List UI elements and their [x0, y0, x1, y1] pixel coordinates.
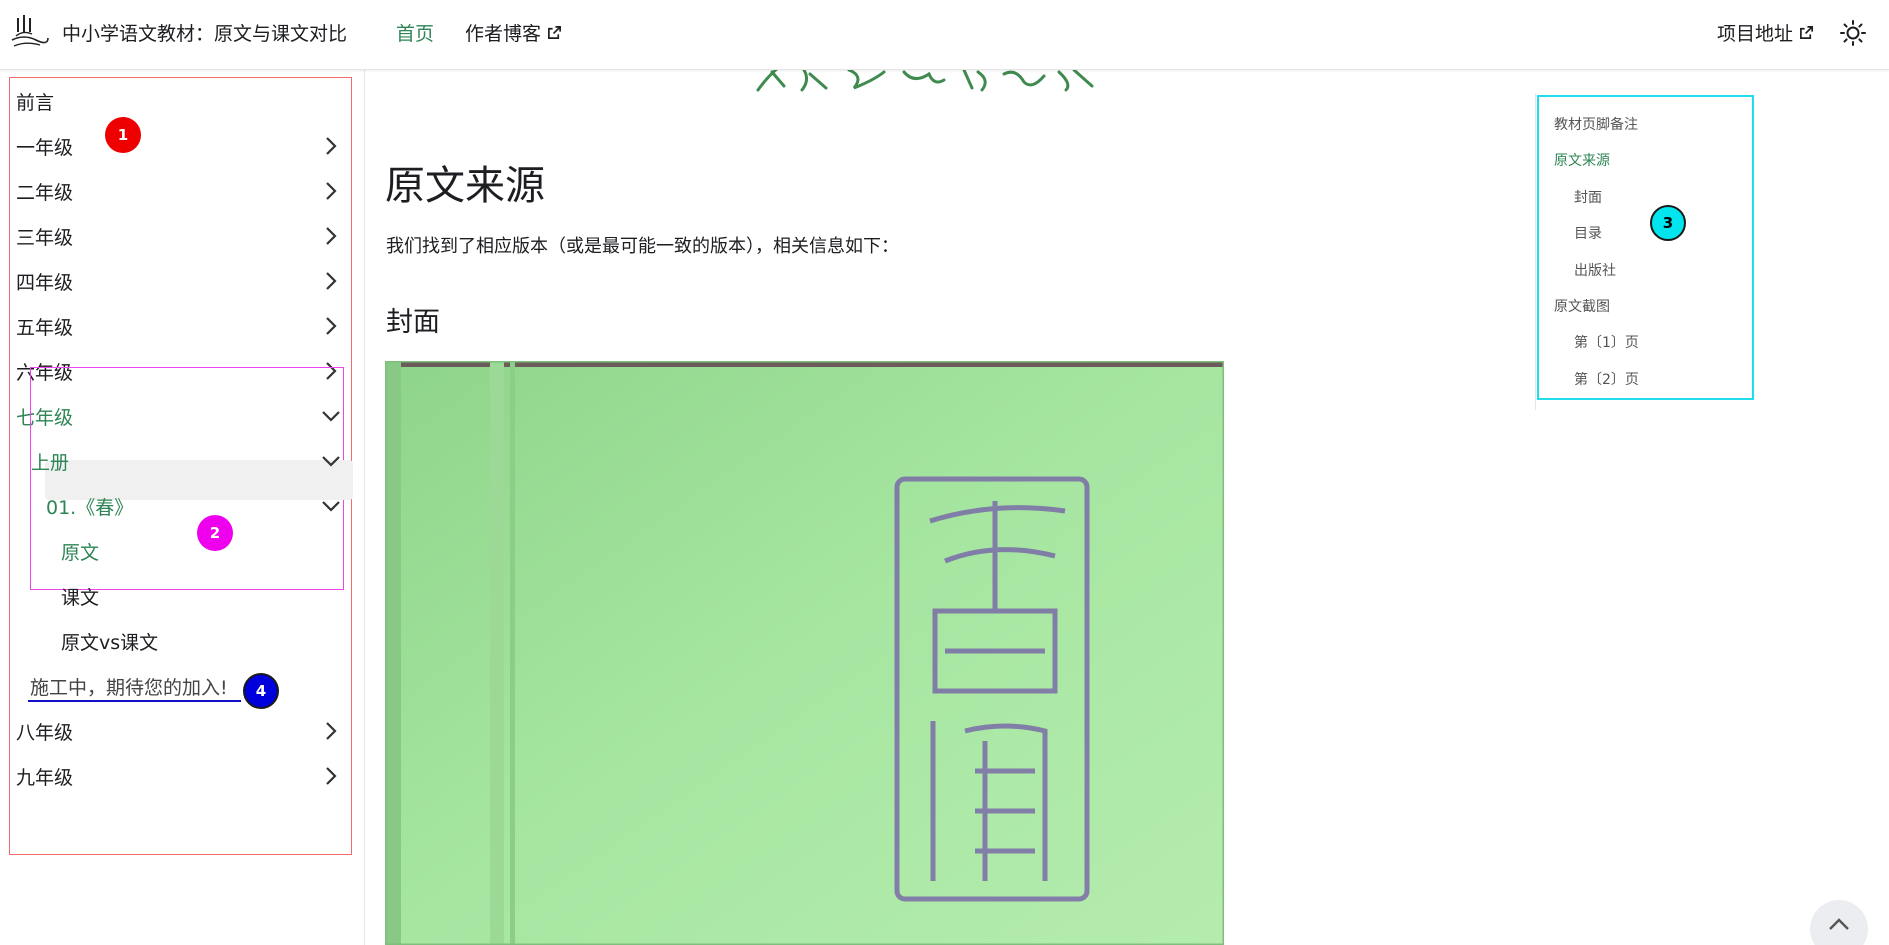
- nav-home-link[interactable]: 首页: [396, 19, 434, 46]
- publisher-calligraphy-image: [754, 66, 1100, 94]
- toc-item-footnote[interactable]: 教材页脚备注: [1554, 114, 1638, 134]
- section-heading-cover: 封面: [386, 307, 440, 338]
- sidebar-item-grade3[interactable]: 三年级: [16, 216, 346, 256]
- toc-divider: [1535, 93, 1536, 410]
- reed-logo-icon[interactable]: [10, 12, 50, 52]
- toc-item-source[interactable]: 原文来源: [1554, 150, 1610, 170]
- sidebar-item-label: 二年级: [16, 181, 74, 204]
- external-link-icon: [548, 26, 561, 39]
- chevron-up-icon: [1829, 918, 1849, 930]
- sidebar-item-textbook-text[interactable]: 课文: [61, 576, 341, 616]
- chevron-down-icon[interactable]: [320, 495, 342, 517]
- navbar: 中小学语文教材：原文与课文对比 首页 作者博客 项目地址: [0, 0, 1889, 70]
- nav-blog-label: 作者博客: [465, 23, 542, 45]
- wip-link-underline: [28, 700, 241, 702]
- chevron-right-icon[interactable]: [320, 765, 342, 787]
- chevron-right-icon[interactable]: [320, 315, 342, 337]
- sidebar-item-label: 九年级: [16, 766, 74, 789]
- toc-item-contents[interactable]: 目录: [1574, 223, 1602, 243]
- sidebar-item-label: 一年级: [16, 136, 74, 159]
- nav-blog-link[interactable]: 作者博客: [465, 19, 562, 46]
- theme-toggle-button[interactable]: [1836, 16, 1870, 50]
- scroll-to-top-button[interactable]: [1810, 900, 1868, 945]
- nav-home-label: 首页: [396, 23, 435, 45]
- sidebar-item-grade2[interactable]: 二年级: [16, 171, 346, 211]
- chevron-down-icon[interactable]: [320, 450, 342, 472]
- sidebar-item-label: 三年级: [16, 226, 74, 249]
- sidebar-item-comparison[interactable]: 原文vs课文: [61, 621, 341, 661]
- sidebar-item-label: 课文: [61, 586, 100, 609]
- annotation-badge-3: 3: [1650, 205, 1686, 241]
- book-cover-image: [385, 361, 1224, 945]
- chevron-right-icon[interactable]: [320, 270, 342, 292]
- project-link[interactable]: 项目地址: [1717, 19, 1814, 46]
- sidebar-item-grade1[interactable]: 一年级: [16, 126, 346, 166]
- external-link-icon: [1800, 26, 1813, 39]
- sidebar-item-grade4[interactable]: 四年级: [16, 261, 346, 301]
- intro-paragraph: 我们找到了相应版本（或是最可能一致的版本），相关信息如下：: [386, 236, 899, 257]
- sidebar-item-lesson-spring[interactable]: 01.《春》: [46, 486, 346, 526]
- sidebar-item-grade9[interactable]: 九年级: [16, 756, 346, 796]
- annotation-badge-1: 1: [105, 117, 141, 153]
- sidebar-item-volume1[interactable]: 上册: [31, 441, 346, 481]
- sidebar-item-label: 八年级: [16, 721, 74, 744]
- chevron-right-icon[interactable]: [320, 225, 342, 247]
- annotation-badge-2: 2: [197, 515, 233, 551]
- sidebar-item-grade8[interactable]: 八年级: [16, 711, 346, 751]
- sidebar-item-label: 上册: [31, 451, 70, 474]
- chevron-right-icon[interactable]: [320, 720, 342, 742]
- toc-item-screenshots[interactable]: 原文截图: [1554, 296, 1610, 316]
- sidebar-item-label: 四年级: [16, 271, 74, 294]
- sidebar-item-label: 前言: [16, 91, 55, 114]
- annotation-badge-4: 4: [243, 673, 279, 709]
- chevron-right-icon[interactable]: [320, 180, 342, 202]
- sun-icon: [1840, 20, 1866, 46]
- sidebar-item-label: 原文: [61, 541, 100, 564]
- toc-item-page2[interactable]: 第〔2〕页: [1574, 369, 1639, 389]
- sidebar-item-label: 01.《春》: [46, 496, 134, 519]
- chevron-right-icon[interactable]: [320, 135, 342, 157]
- sidebar-item-preface[interactable]: 前言: [16, 81, 346, 121]
- toc-item-publisher[interactable]: 出版社: [1574, 260, 1616, 280]
- page-heading: 原文来源: [385, 163, 545, 209]
- toc-highlight-frame: [1537, 95, 1754, 400]
- toc-item-page1[interactable]: 第〔1〕页: [1574, 332, 1639, 352]
- project-link-label: 项目地址: [1717, 23, 1794, 45]
- site-title[interactable]: 中小学语文教材：原文与课文对比: [62, 19, 347, 46]
- sidebar-item-label: 原文vs课文: [61, 631, 159, 654]
- toc-item-cover[interactable]: 封面: [1574, 187, 1602, 207]
- wip-link[interactable]: 施工中，期待您的加入!: [30, 673, 228, 700]
- sidebar-item-label: 五年级: [16, 316, 74, 339]
- sidebar-item-grade5[interactable]: 五年级: [16, 306, 346, 346]
